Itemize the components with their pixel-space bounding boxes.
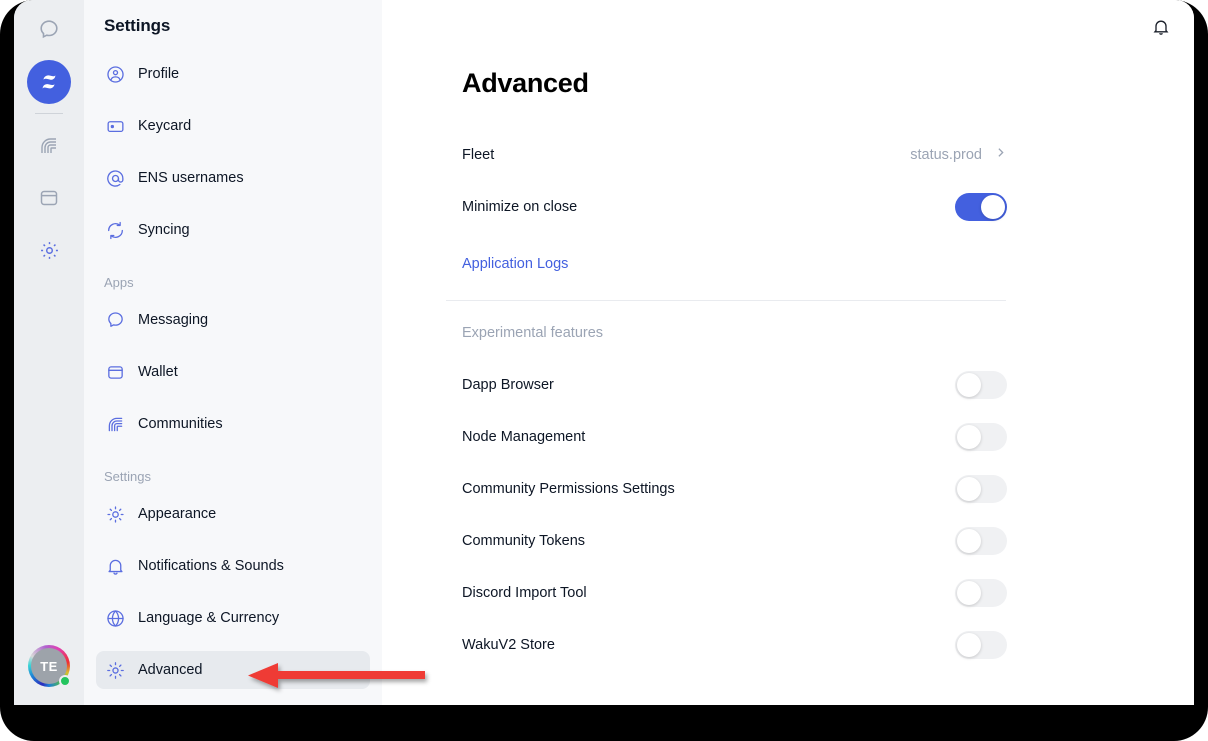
fleet-label: Fleet [462,147,495,163]
wallet-card-icon [37,186,61,210]
app-window: TE Settings Profile Keycard ENS usernames S… [14,0,1194,705]
feature-toggle-community-permissions-settings[interactable] [955,475,1007,503]
sidebar-item-label: Language & Currency [138,610,280,626]
notifications-button[interactable] [1146,14,1176,44]
sidebar-item-label: Syncing [138,222,190,238]
sidebar-item-label: Wallet [138,364,178,380]
sidebar-item-appearance[interactable]: Appearance [96,495,370,533]
gear-icon [38,239,61,262]
sun-icon [104,503,126,525]
sidebar-item-label: ENS usernames [138,170,244,186]
icon-rail: TE [14,0,84,705]
avatar[interactable]: TE [28,645,71,687]
minimize-on-close-label: Minimize on close [462,199,578,215]
feature-row-node-management: Node Management [462,422,1007,452]
minimize-on-close-row: Minimize on close [462,192,1007,222]
rainbow-arc-icon [104,413,126,435]
fleet-row[interactable]: Fleet status.prod [462,140,1007,170]
feature-toggle-community-tokens[interactable] [955,527,1007,555]
feature-row-community-tokens: Community Tokens [462,526,1007,556]
fleet-value: status.prod [910,147,982,163]
main-content: Advanced Fleet status.prod Minimize on c… [382,0,1194,705]
keycard-icon [104,115,126,137]
sidebar-item-label: Profile [138,66,180,82]
sidebar-item-profile[interactable]: Profile [96,55,370,93]
sidebar-item-keycard[interactable]: Keycard [96,107,370,145]
rainbow-arc-icon [37,134,61,158]
settings-rail-icon[interactable] [27,228,71,272]
chat-bubble-icon [104,309,126,331]
feature-label: Node Management [462,429,586,445]
settings-panel-title: Settings [104,16,171,35]
section-divider [446,300,1006,301]
sidebar-item-label: Appearance [138,506,217,522]
feature-toggle-node-management[interactable] [955,423,1007,451]
nav-group-apps: Apps [104,274,134,290]
wallet-card-icon [104,361,126,383]
minimize-on-close-toggle[interactable] [955,193,1007,221]
feature-row-discord-import-tool: Discord Import Tool [462,578,1007,608]
user-circle-icon [104,63,126,85]
toggle-knob [957,633,981,657]
sidebar-item-ens-usernames[interactable]: ENS usernames [96,159,370,197]
sidebar-item-label: Notifications & Sounds [138,558,284,574]
toggle-knob [957,529,981,553]
bell-icon [1151,17,1171,42]
page-title: Advanced [462,68,589,98]
nav-group-settings: Settings [104,468,151,484]
sidebar-item-messaging[interactable]: Messaging [96,301,370,339]
sidebar-item-wallet[interactable]: Wallet [96,353,370,391]
gear-icon [104,659,126,681]
feature-row-community-permissions-settings: Community Permissions Settings [462,474,1007,504]
bell-icon [104,555,126,577]
settings-nav-list: Profile Keycard ENS usernames Syncing Apps Me… [84,55,382,703]
feature-row-dapp-browser: Dapp Browser [462,370,1007,400]
globe-icon [104,607,126,629]
rail-divider [35,113,63,114]
chevron-right-icon [994,146,1007,164]
sidebar-item-label: Messaging [138,312,209,328]
communities-rail-icon[interactable] [27,124,71,168]
feature-toggle-wakuv2-store[interactable] [955,631,1007,659]
feature-label: Discord Import Tool [462,585,587,601]
avatar-status-dot [59,675,71,687]
sidebar-item-label: Keycard [138,118,192,134]
toggle-knob [957,477,981,501]
sync-icon [104,219,126,241]
feature-label: WakuV2 Store [462,637,555,653]
window-frame: TE Settings Profile Keycard ENS usernames S… [0,0,1208,741]
toggle-knob [957,581,981,605]
sidebar-item-notifications-sounds[interactable]: Notifications & Sounds [96,547,370,585]
sidebar-item-syncing[interactable]: Syncing [96,211,370,249]
feature-label: Dapp Browser [462,377,554,393]
settings-nav-panel: Settings Profile Keycard ENS usernames Sync… [84,0,382,705]
sidebar-item-label: Communities [138,416,223,432]
application-logs-link[interactable]: Application Logs [462,256,568,272]
toggle-knob [957,425,981,449]
at-sign-icon [104,167,126,189]
sidebar-item-communities[interactable]: Communities [96,405,370,443]
messaging-rail-icon[interactable] [27,8,71,52]
feature-row-wakuv2-store: WakuV2 Store [462,630,1007,660]
status-rail-icon[interactable] [27,60,71,104]
sidebar-item-language-currency[interactable]: Language & Currency [96,599,370,637]
wallet-rail-icon[interactable] [27,176,71,220]
sidebar-item-advanced[interactable]: Advanced [96,651,370,689]
status-logo-icon [36,69,62,95]
feature-label: Community Tokens [462,533,586,549]
toggle-knob [981,195,1005,219]
toggle-knob [957,373,981,397]
feature-toggle-discord-import-tool[interactable] [955,579,1007,607]
sidebar-item-label: Advanced [138,662,203,678]
feature-toggle-dapp-browser[interactable] [955,371,1007,399]
experimental-features-label: Experimental features [462,325,604,341]
chat-bubble-icon [37,18,61,42]
feature-label: Community Permissions Settings [462,481,675,497]
